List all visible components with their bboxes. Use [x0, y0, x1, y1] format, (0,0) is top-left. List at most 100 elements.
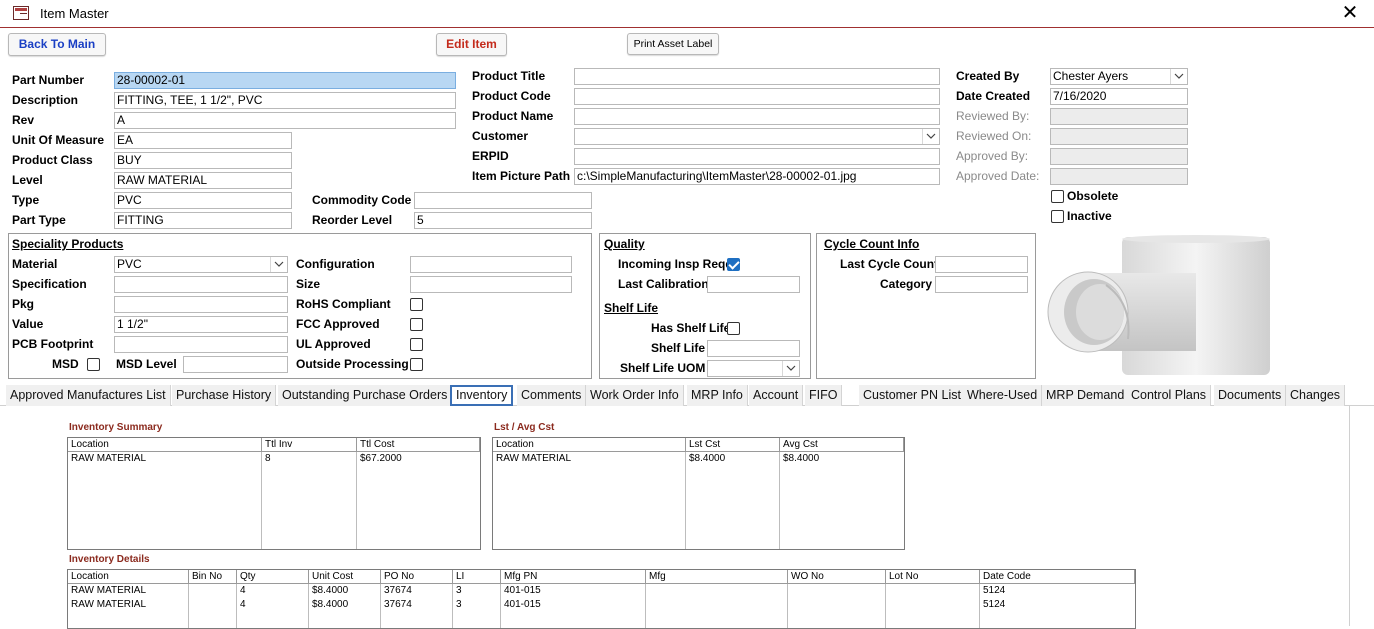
pkg-field[interactable]: [114, 296, 288, 313]
column-header[interactable]: WO No: [788, 570, 886, 584]
table-cell[interactable]: 37674: [381, 598, 453, 611]
msd-checkbox[interactable]: [87, 358, 100, 371]
column-header[interactable]: Lot No: [886, 570, 980, 584]
column-header[interactable]: Bin No: [189, 570, 237, 584]
inactive-checkbox[interactable]: [1051, 210, 1064, 223]
table-cell[interactable]: 5124: [980, 598, 1135, 611]
column-header[interactable]: Unit Cost: [309, 570, 381, 584]
table-cell[interactable]: RAW MATERIAL: [68, 452, 262, 465]
part-number-field[interactable]: 28-00002-01: [114, 72, 456, 89]
product-class-field[interactable]: BUY: [114, 152, 292, 169]
configuration-field[interactable]: [410, 256, 572, 273]
table-cell[interactable]: 401-015: [501, 584, 646, 597]
table-cell[interactable]: [646, 584, 788, 597]
table-cell[interactable]: $8.4000: [780, 452, 904, 465]
has-shelf-life-checkbox[interactable]: [727, 322, 740, 335]
outside-processing-checkbox[interactable]: [410, 358, 423, 371]
product-title-field[interactable]: [574, 68, 940, 85]
table-cell[interactable]: RAW MATERIAL: [68, 584, 189, 597]
tab-control-plans[interactable]: Control Plans: [1127, 385, 1212, 406]
tab-fifo[interactable]: FIFO: [805, 385, 843, 406]
commodity-code-field[interactable]: [414, 192, 592, 209]
rohs-checkbox[interactable]: [410, 298, 423, 311]
tab-purchase-history[interactable]: Purchase History: [172, 385, 277, 406]
created-by-dropdown[interactable]: Chester Ayers: [1050, 68, 1188, 85]
part-type-field[interactable]: FITTING: [114, 212, 292, 229]
item-picture-path-field[interactable]: c:\SimpleManufacturing\ItemMaster\28-000…: [574, 168, 940, 185]
material-dropdown[interactable]: PVC: [114, 256, 288, 273]
table-cell[interactable]: RAW MATERIAL: [68, 598, 189, 611]
print-asset-label-button[interactable]: Print Asset Label: [627, 33, 719, 55]
column-header[interactable]: Ttl Inv: [262, 438, 357, 452]
last-cycle-count-field[interactable]: [935, 256, 1028, 273]
column-header[interactable]: Qty: [237, 570, 309, 584]
table-cell[interactable]: 4: [237, 598, 309, 611]
size-field[interactable]: [410, 276, 572, 293]
shelf-life-field[interactable]: [707, 340, 800, 357]
category-field[interactable]: [935, 276, 1028, 293]
fcc-checkbox[interactable]: [410, 318, 423, 331]
product-name-field[interactable]: [574, 108, 940, 125]
column-header[interactable]: Lst Cst: [686, 438, 780, 452]
tab-mrp-demand[interactable]: MRP Demand: [1042, 385, 1130, 406]
close-icon[interactable]: ✕: [1338, 2, 1362, 24]
tab-work-order-info[interactable]: Work Order Info: [586, 385, 684, 406]
table-cell[interactable]: $67.2000: [357, 452, 480, 465]
edit-item-button[interactable]: Edit Item: [436, 33, 507, 56]
last-calibration-field[interactable]: [707, 276, 800, 293]
table-cell[interactable]: [886, 598, 980, 611]
tab-outstanding-purchase-orders[interactable]: Outstanding Purchase Orders: [278, 385, 453, 406]
table-cell[interactable]: [788, 584, 886, 597]
tab-documents[interactable]: Documents: [1214, 385, 1287, 406]
tab-account[interactable]: Account: [749, 385, 804, 406]
incoming-insp-checkbox[interactable]: [727, 258, 740, 271]
date-created-field[interactable]: 7/16/2020: [1050, 88, 1188, 105]
pcb-footprint-field[interactable]: [114, 336, 288, 353]
obsolete-checkbox[interactable]: [1051, 190, 1064, 203]
column-header[interactable]: Location: [68, 570, 189, 584]
column-header[interactable]: Date Code: [980, 570, 1135, 584]
tab-changes[interactable]: Changes: [1286, 385, 1346, 406]
table-cell[interactable]: [886, 584, 980, 597]
tab-where-used[interactable]: Where-Used: [963, 385, 1043, 406]
table-cell[interactable]: $8.4000: [686, 452, 780, 465]
column-header[interactable]: LI: [453, 570, 501, 584]
tab-inventory[interactable]: Inventory: [450, 385, 514, 406]
table-cell[interactable]: 37674: [381, 584, 453, 597]
column-header[interactable]: Location: [68, 438, 262, 452]
column-header[interactable]: PO No: [381, 570, 453, 584]
tab-customer-pn-list[interactable]: Customer PN List: [859, 385, 966, 406]
table-cell[interactable]: 5124: [980, 584, 1135, 597]
shelf-life-uom-dropdown[interactable]: [707, 360, 800, 377]
table-cell[interactable]: [189, 584, 237, 597]
inventory-summary-grid[interactable]: Location Ttl Inv Ttl Cost RAW MATERIAL 8 $67.…: [67, 437, 481, 550]
table-cell[interactable]: $8.4000: [309, 598, 381, 611]
product-code-field[interactable]: [574, 88, 940, 105]
customer-dropdown[interactable]: [574, 128, 940, 145]
table-cell[interactable]: $8.4000: [309, 584, 381, 597]
value-field[interactable]: 1 1/2": [114, 316, 288, 333]
table-cell[interactable]: 3: [453, 584, 501, 597]
table-cell[interactable]: 3: [453, 598, 501, 611]
column-header[interactable]: Avg Cst: [780, 438, 904, 452]
table-cell[interactable]: 401-015: [501, 598, 646, 611]
rev-field[interactable]: A: [114, 112, 456, 129]
inventory-details-grid[interactable]: Location Bin No Qty Unit Cost PO No LI Mfg PN M…: [67, 569, 1136, 629]
type-field[interactable]: PVC: [114, 192, 292, 209]
erpid-field[interactable]: [574, 148, 940, 165]
back-to-main-button[interactable]: Back To Main: [8, 33, 106, 56]
table-cell[interactable]: [646, 598, 788, 611]
ul-checkbox[interactable]: [410, 338, 423, 351]
description-field[interactable]: FITTING, TEE, 1 1/2", PVC: [114, 92, 456, 109]
table-cell[interactable]: [189, 598, 237, 611]
column-header[interactable]: Ttl Cost: [357, 438, 480, 452]
table-cell[interactable]: [788, 598, 886, 611]
table-cell[interactable]: 8: [262, 452, 357, 465]
tab-approved-manufactures-list[interactable]: Approved Manufactures List: [6, 385, 171, 406]
table-cell[interactable]: 4: [237, 584, 309, 597]
column-header[interactable]: Location: [493, 438, 686, 452]
msd-level-field[interactable]: [183, 356, 288, 373]
column-header[interactable]: Mfg PN: [501, 570, 646, 584]
level-field[interactable]: RAW MATERIAL: [114, 172, 292, 189]
specification-field[interactable]: [114, 276, 288, 293]
